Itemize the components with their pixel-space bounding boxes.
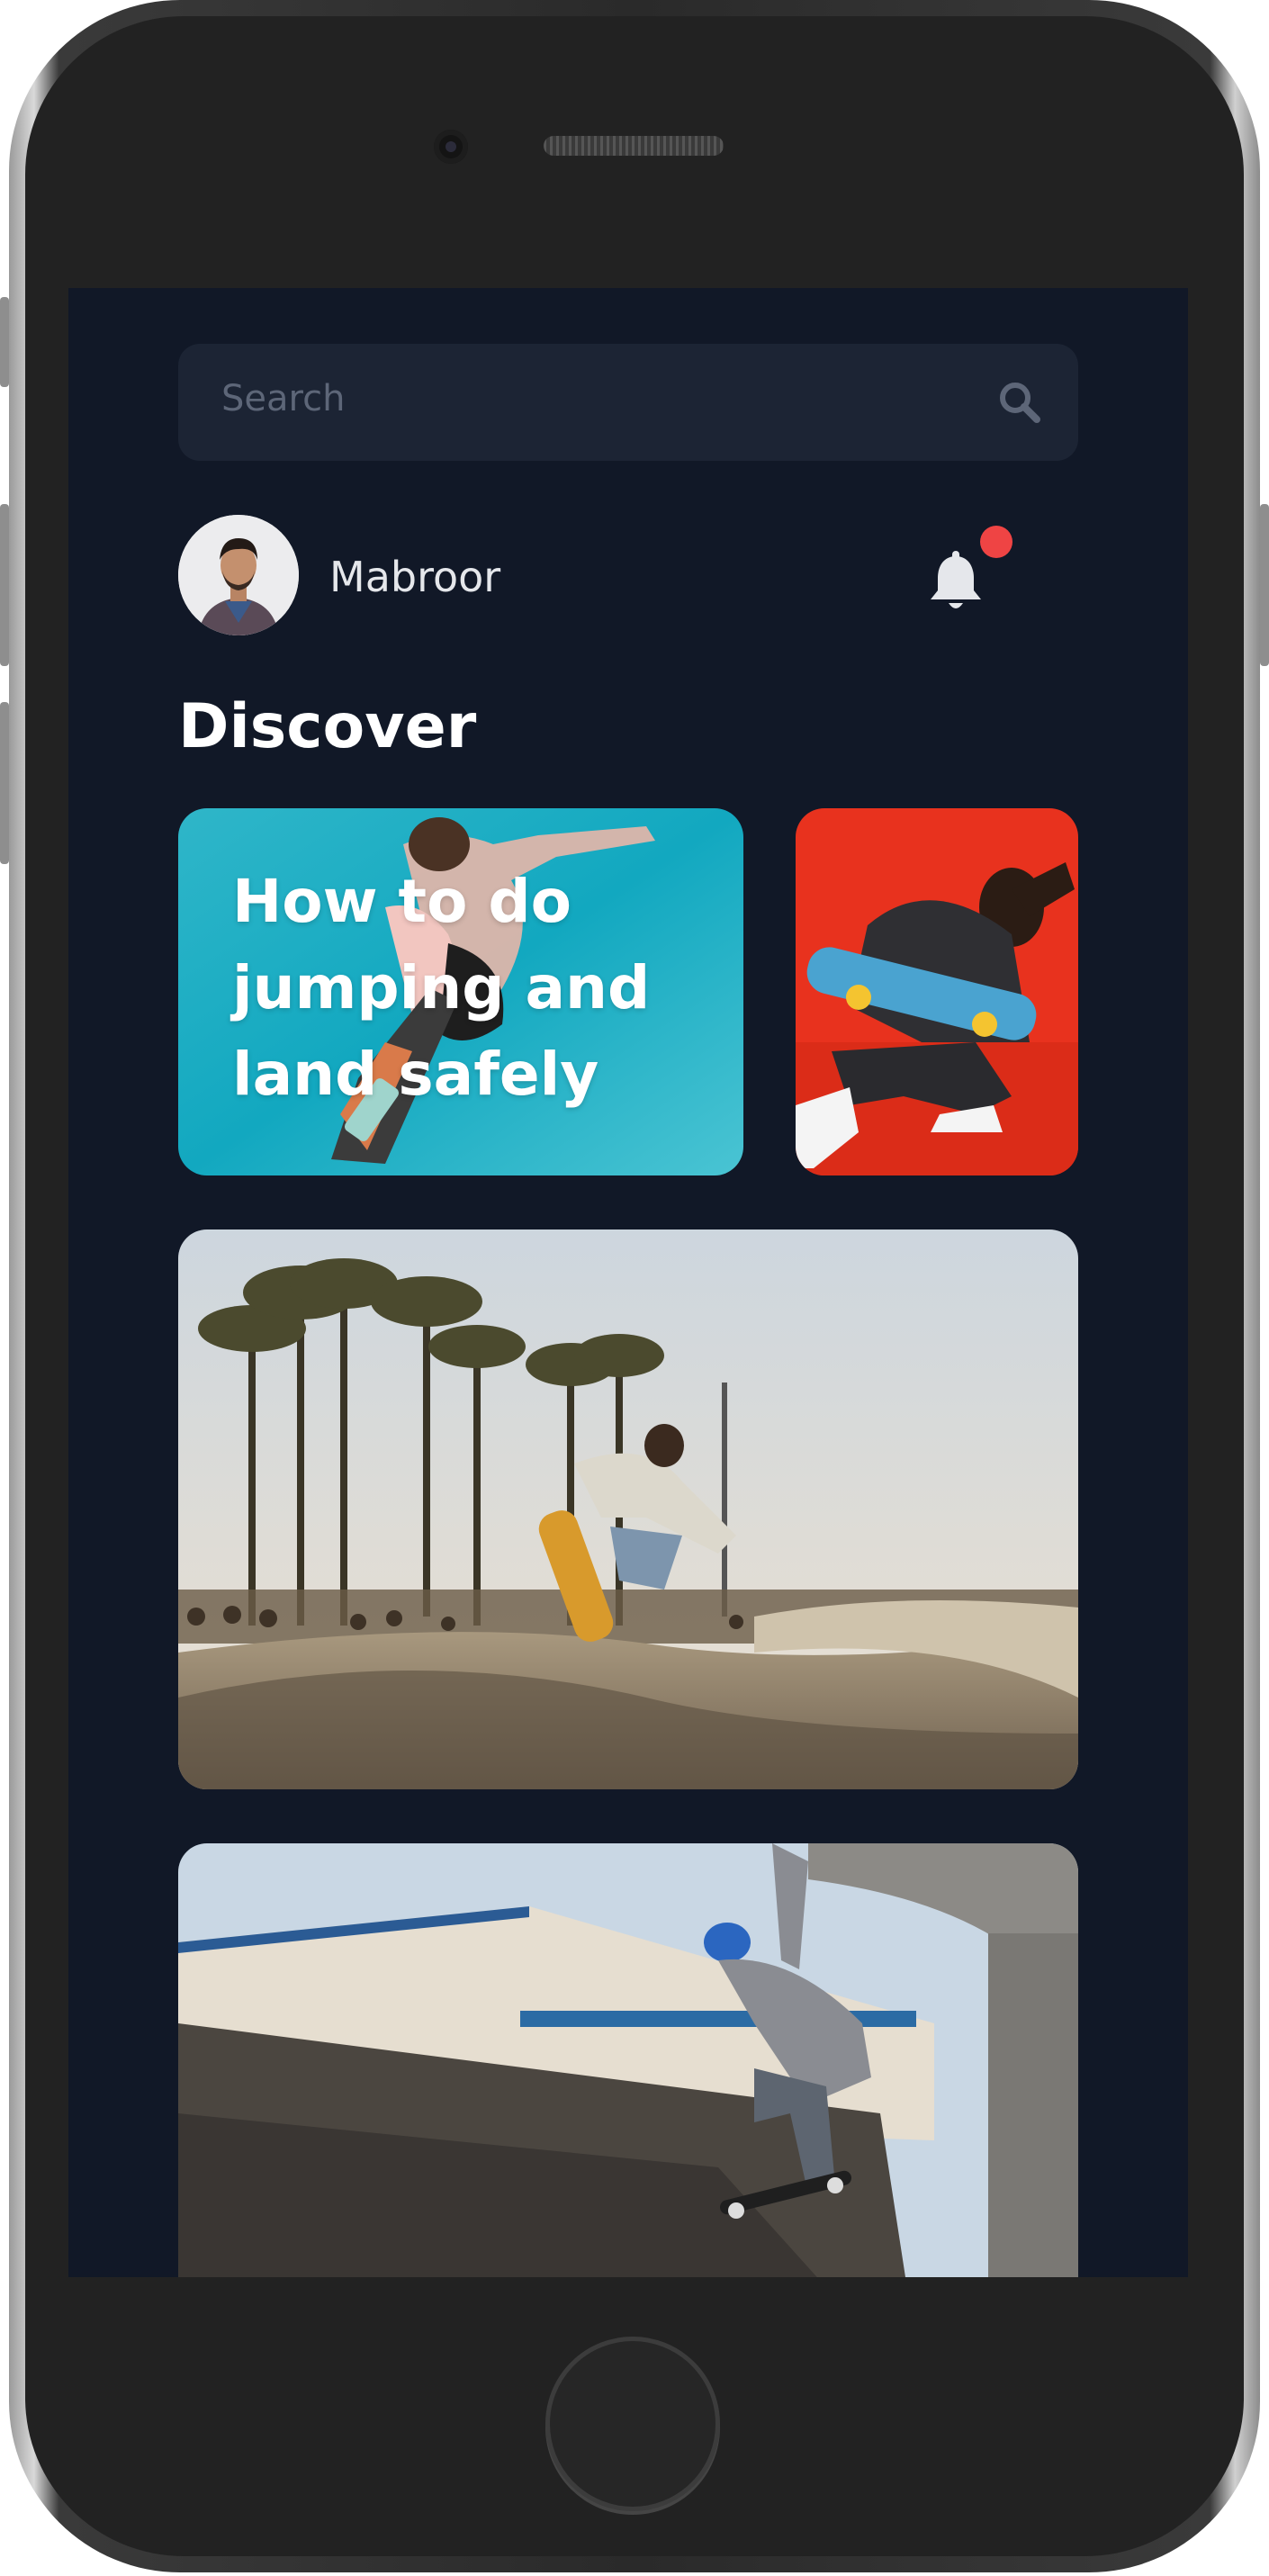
search-icon[interactable] (994, 376, 1046, 428)
card-title: How to do jumping and land safely (232, 867, 651, 1109)
home-button[interactable] (545, 2337, 720, 2511)
earpiece-speaker (544, 136, 724, 156)
power-button (1260, 504, 1269, 666)
mute-switch (0, 297, 9, 387)
card-ramp[interactable] (178, 1843, 1078, 2277)
card-jumping-tutorial[interactable]: How to do jumping and land safely (178, 808, 743, 1175)
search-placeholder: Search (221, 378, 346, 419)
card-skatepark-image (178, 1229, 1078, 1789)
bell-icon[interactable] (927, 551, 985, 616)
front-camera (434, 130, 468, 164)
notification-dot (980, 526, 1012, 558)
app-screen: Search Mabroor Discover How to do jumpin… (68, 288, 1188, 2277)
section-title: Discover (178, 691, 477, 762)
card-ramp-image (178, 1843, 1078, 2277)
card-red-skater[interactable] (796, 808, 1078, 1175)
volume-down-button (0, 702, 9, 864)
avatar-image (178, 515, 299, 635)
profile-row: Mabroor (178, 515, 1078, 635)
volume-up-button (0, 504, 9, 666)
search-input[interactable]: Search (178, 344, 1078, 461)
card-skatepark[interactable] (178, 1229, 1078, 1789)
user-name[interactable]: Mabroor (329, 553, 500, 601)
avatar[interactable] (178, 515, 299, 635)
card-red-image (796, 808, 1078, 1175)
